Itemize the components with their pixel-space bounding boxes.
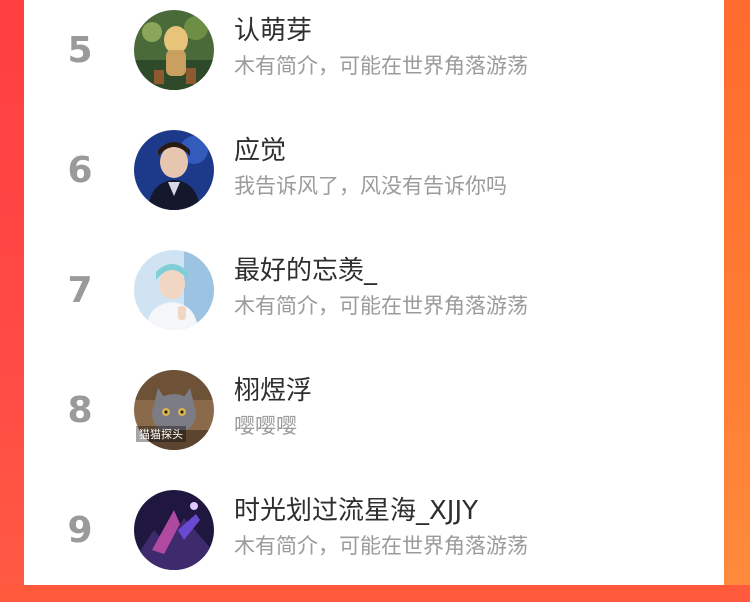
user-name[interactable]: 栩煜浮: [234, 370, 312, 407]
right-gradient-edge: [724, 0, 750, 585]
rank-number: 5: [67, 30, 93, 71]
user-name[interactable]: 应觉: [234, 130, 286, 167]
user-name[interactable]: 时光划过流星海_XJJY: [234, 490, 478, 527]
user-name[interactable]: 认萌芽: [234, 10, 312, 47]
user-bio: 木有简介，可能在世界角落游荡: [234, 54, 528, 78]
list-item[interactable]: 6 应觉 我告诉风了，风没有告诉你吗: [24, 122, 724, 242]
rank-number: 8: [67, 390, 93, 431]
list-item[interactable]: 9 时光划过流星海_XJJY 木有简介，可能在世界角落游荡: [24, 482, 724, 602]
avatar[interactable]: [134, 130, 214, 210]
rank-number: 7: [67, 270, 93, 311]
list-item[interactable]: 7 最好的忘羡_ 木有简介，可能在世界角落游荡: [24, 242, 724, 362]
user-bio: 木有简介，可能在世界角落游荡: [234, 534, 528, 558]
avatar-caption: 猫猫探头: [136, 426, 186, 442]
avatar[interactable]: [134, 10, 214, 90]
rank-number: 9: [67, 510, 93, 551]
user-bio: 木有简介，可能在世界角落游荡: [234, 294, 528, 318]
user-name[interactable]: 最好的忘羡_: [234, 250, 377, 287]
user-bio: 我告诉风了，风没有告诉你吗: [234, 174, 507, 198]
rank-number: 6: [67, 150, 93, 191]
ranking-list-panel: 5 认萌芽 木有简介，可能在世界角落游荡 6 应觉 我告诉风了，风没有告诉你吗 …: [24, 0, 724, 585]
avatar[interactable]: [134, 490, 214, 570]
list-item[interactable]: 5 认萌芽 木有简介，可能在世界角落游荡: [24, 2, 724, 122]
avatar[interactable]: [134, 250, 214, 330]
user-bio: 嘤嘤嘤: [234, 414, 297, 438]
left-gradient-edge: [0, 0, 24, 585]
list-item[interactable]: 8 猫猫探头 栩煜浮 嘤嘤嘤: [24, 362, 724, 482]
